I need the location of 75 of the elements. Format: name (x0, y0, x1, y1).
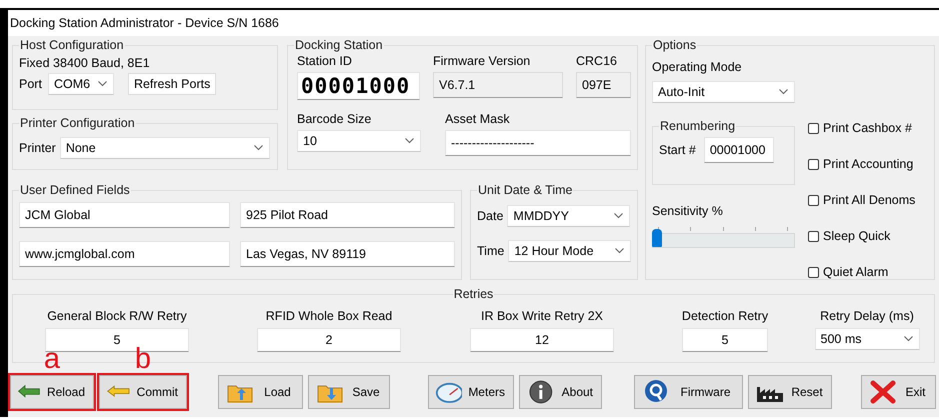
caret-icon (614, 213, 624, 219)
operating-mode-dropdown[interactable]: Auto-Init (652, 81, 795, 103)
firmware-version-field[interactable]: V6.7.1 (433, 72, 563, 98)
close-icon (868, 379, 898, 405)
toolbar-button[interactable]: Load (218, 375, 303, 409)
text-field[interactable]: Las Vegas, NV 89119 (240, 241, 455, 267)
toolbar-button[interactable]: Commit (99, 375, 187, 409)
caret-icon (779, 89, 788, 95)
number-field[interactable]: 5 (682, 328, 768, 352)
toolbar-button[interactable]: Firmware (634, 375, 743, 409)
field-label: Asset Mask (445, 112, 511, 126)
group-title: User Defined Fields (19, 183, 131, 197)
field-label: Station ID (297, 54, 353, 68)
caret-icon (615, 248, 624, 254)
checkbox-label: Print Cashbox # (823, 121, 912, 135)
caret-icon (254, 145, 263, 151)
text-field[interactable]: www.jcmglobal.com (19, 241, 230, 267)
refresh-button[interactable]: Refresh Ports (128, 73, 216, 95)
retry-delay-dropdown[interactable]: 500 ms (814, 328, 920, 350)
caret-icon (405, 138, 414, 144)
station-id-field[interactable]: 00001000 (297, 72, 420, 100)
number-field[interactable]: 12 (470, 328, 614, 352)
field-label: Start # (659, 143, 696, 157)
field-label: General Block R/W Retry (47, 309, 187, 323)
field-label: Time (477, 244, 504, 258)
group-title: Options (652, 38, 698, 52)
toolbar-button[interactable]: Exit (861, 375, 936, 409)
checkbox-label: Sleep Quick (823, 229, 890, 243)
field-label: RFID Whole Box Read (266, 309, 392, 323)
caret-icon (904, 336, 912, 342)
date-dropdown[interactable]: MMDDYY (507, 205, 630, 227)
slider-label: Sensitivity % (652, 204, 724, 218)
field-label: Barcode Size (297, 112, 372, 126)
time-dropdown[interactable]: 12 Hour Mode (508, 240, 632, 262)
window-title: Docking Station Administrator - Device S/N 1686 (8, 10, 939, 36)
caret-icon (98, 81, 107, 87)
group-title: Renumbering (659, 119, 736, 133)
printer-dropdown[interactable]: None (60, 137, 270, 159)
slider-thumb[interactable] (652, 229, 662, 247)
field-label: Date (477, 209, 504, 223)
field-label: CRC16 (576, 54, 618, 68)
field-label: Retry Delay (ms) (820, 309, 914, 323)
barcode-size-dropdown[interactable]: 10 (297, 130, 421, 152)
field-label: Printer (19, 141, 56, 155)
checkbox-label: Quiet Alarm (823, 265, 888, 279)
baud-text: Fixed 38400 Baud, 8E1 (19, 55, 151, 70)
field-label: Firmware Version (433, 54, 532, 68)
port-dropdown[interactable]: COM6 (48, 73, 114, 95)
checkbox[interactable] (808, 194, 819, 206)
checkbox[interactable] (808, 266, 819, 278)
toolbar-button[interactable]: Reset (748, 375, 832, 409)
toolbar-button[interactable]: About (519, 375, 602, 409)
field-label: Detection Retry (682, 309, 768, 323)
crc-field[interactable]: 097E (576, 72, 631, 98)
toolbar-button[interactable]: Reload (10, 375, 94, 409)
group-title: Printer Configuration (19, 116, 136, 130)
start-number-field[interactable]: 00001000 (704, 137, 774, 163)
checkbox[interactable] (808, 158, 819, 170)
number-field[interactable]: 2 (257, 328, 401, 352)
group-title: Docking Station (294, 38, 384, 52)
group-title: Unit Date & Time (477, 183, 574, 197)
text-field[interactable]: JCM Global (19, 202, 230, 228)
field-label: IR Box Write Retry 2X (480, 309, 604, 323)
group-title: Retries (452, 287, 494, 301)
group-title: Host Configuration (19, 38, 125, 52)
checkbox[interactable] (808, 122, 819, 134)
field-label: Port (19, 77, 42, 91)
field-label: Operating Mode (652, 60, 743, 74)
checkbox-label: Print All Denoms (823, 193, 916, 207)
checkbox-label: Print Accounting (823, 157, 914, 171)
toolbar-button[interactable]: Save (308, 375, 390, 409)
text-field[interactable]: 925 Pilot Road (240, 202, 455, 228)
checkbox[interactable] (808, 230, 819, 242)
asset-mask-field[interactable]: -------------------- (445, 130, 631, 156)
toolbar-button[interactable]: Meters (428, 375, 514, 409)
